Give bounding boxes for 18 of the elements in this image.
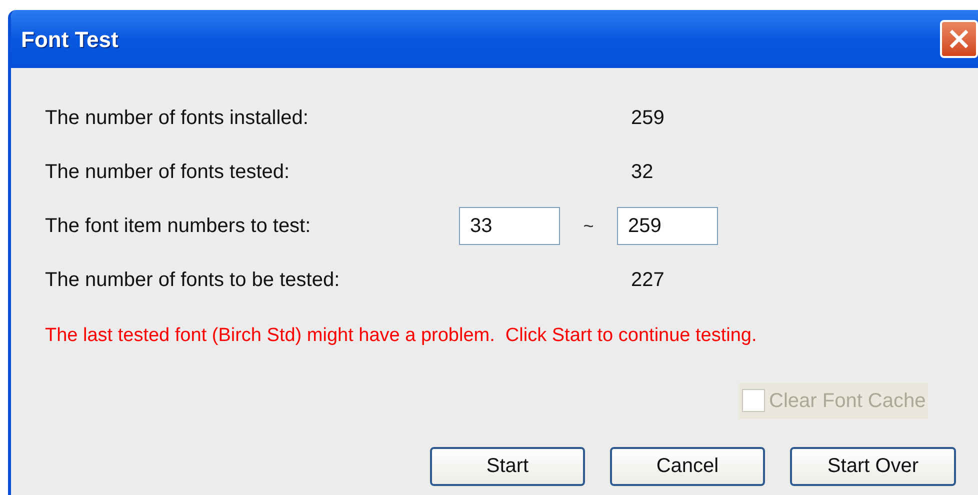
dialog-button[interactable]: Start Over xyxy=(790,446,956,486)
close-button[interactable] xyxy=(940,20,978,58)
checkbox-label: Clear Font Cache xyxy=(769,388,926,414)
field-label: The number of fonts to be tested: xyxy=(45,268,341,293)
field-label: The number of fonts tested: xyxy=(45,160,291,185)
field-value: 259 xyxy=(631,106,664,131)
input-field[interactable]: 259 xyxy=(617,207,718,245)
warning-message: The last tested font (Birch Std) might have a problem. Click Start to continue testing. xyxy=(45,324,758,348)
input-field[interactable]: 33 xyxy=(459,207,560,245)
field-label: The font item numbers to test: xyxy=(45,214,312,239)
range-separator: ~ xyxy=(582,214,595,238)
window-title: Font Test xyxy=(21,26,118,54)
close-icon xyxy=(948,28,970,50)
dialog-button[interactable]: Start xyxy=(430,446,585,486)
field-value: 32 xyxy=(631,160,654,185)
field-value: 227 xyxy=(631,268,664,293)
field-label: The number of fonts installed: xyxy=(45,106,310,131)
dialog-button[interactable]: Cancel xyxy=(610,446,765,486)
